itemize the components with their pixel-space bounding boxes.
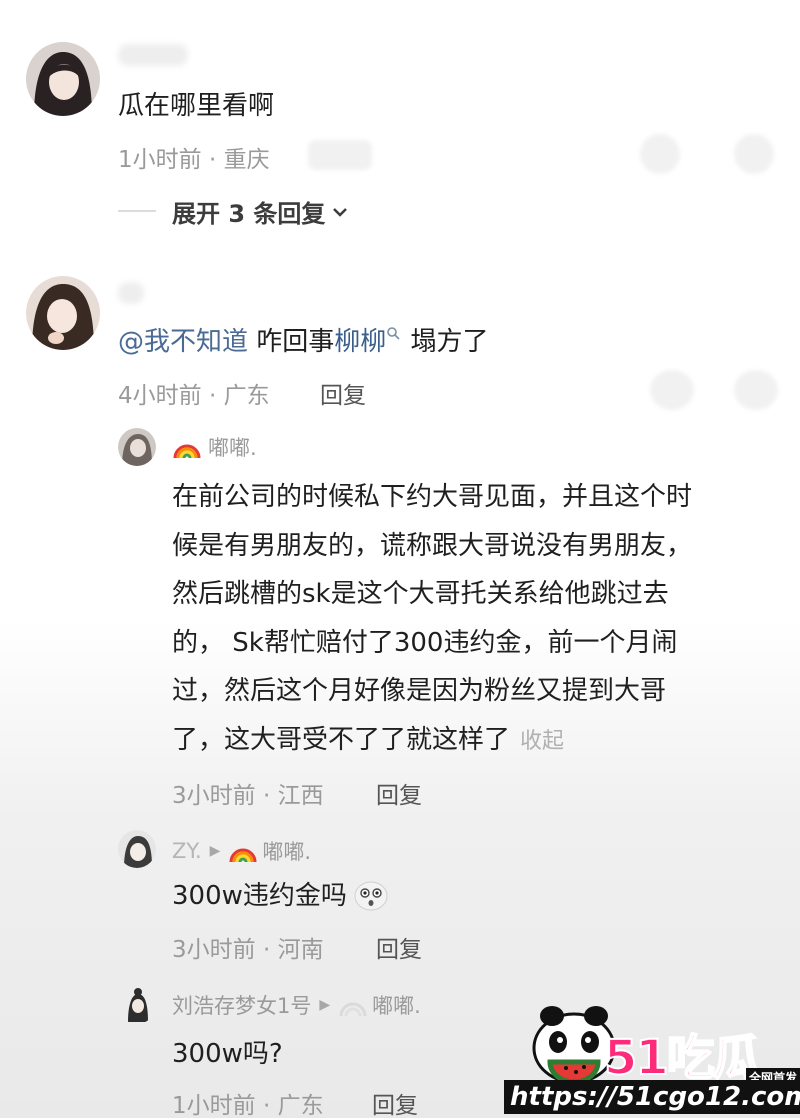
dislike-icon[interactable] [734, 134, 774, 174]
watermark-logo-text: 51吃瓜 [603, 1029, 762, 1087]
reply-author[interactable]: 嘟嘟. [172, 432, 257, 462]
reply-text: 在前公司的时候私下约大哥见面，并且这个时 候是有男朋友的，谎称跟大哥说没有男朋友… [172, 482, 693, 755]
reply-button[interactable]: 回复 [376, 930, 422, 964]
reply-button[interactable]: 回复 [320, 376, 366, 410]
dislike-icon[interactable] [734, 370, 778, 410]
reply-author[interactable]: ZY. ▶ 嘟嘟. [172, 836, 311, 866]
reply-meta: 3小时前 · 江西 [172, 783, 324, 809]
expand-replies-button[interactable]: 展开 3 条回复 [172, 194, 349, 229]
watermark: 51吃瓜 全网首发 https://51cgo12.com [500, 996, 800, 1118]
like-icon[interactable] [650, 370, 694, 410]
reply-button[interactable]: 回复 [372, 1086, 418, 1120]
avatar[interactable] [26, 42, 100, 116]
mention-link[interactable]: @我不知道 [118, 327, 248, 357]
comment-text: @我不知道 咋回事柳柳 塌方了 [118, 326, 489, 357]
avatar[interactable] [26, 276, 100, 350]
shocked-face-emoji-icon [354, 881, 388, 911]
comment-meta: 1小时前 · 重庆 [118, 147, 270, 173]
reply-arrow-icon: ▶ [319, 997, 331, 1013]
divider [118, 210, 156, 212]
reply-button-blurred[interactable] [308, 140, 372, 170]
reply-meta: 3小时前 · 河南 [172, 937, 324, 963]
chevron-down-icon [333, 207, 348, 217]
reply-button[interactable]: 回复 [376, 776, 422, 810]
rainbow-emoji-icon [229, 848, 257, 863]
expand-replies-label: 展开 3 条回复 [172, 200, 326, 228]
reply-meta: 1小时前 · 广东 [172, 1093, 324, 1119]
avatar[interactable] [118, 830, 156, 868]
rainbow-emoji-icon [339, 1002, 367, 1017]
reply-author-name: ZY. [172, 839, 202, 863]
comment-text: 瓜在哪里看啊 [118, 91, 275, 121]
comment-meta: 4小时前 · 广东 [118, 383, 270, 409]
reply-target-name[interactable]: 嘟嘟. [372, 990, 421, 1020]
reply-text: 300w违约金吗 [172, 878, 389, 914]
avatar[interactable] [118, 428, 156, 466]
username-blurred[interactable] [118, 282, 144, 304]
rainbow-emoji-icon [173, 444, 201, 459]
reply-author-name: 嘟嘟. [208, 436, 257, 460]
like-icon[interactable] [640, 134, 680, 174]
avatar[interactable] [118, 986, 156, 1024]
username-blurred[interactable] [118, 44, 188, 66]
reply-target-name[interactable]: 嘟嘟. [262, 836, 311, 866]
reply-author[interactable]: 刘浩存梦女1号 ▶ 嘟嘟. [172, 990, 421, 1020]
search-icon[interactable] [386, 326, 402, 342]
watermark-url: https://51cgo12.com [504, 1080, 800, 1114]
reply-text: 300w吗? [172, 1039, 283, 1069]
reply-arrow-icon: ▶ [209, 843, 221, 859]
reply-author-name: 刘浩存梦女1号 [172, 994, 312, 1018]
topic-link[interactable]: 柳柳 [334, 327, 386, 357]
collapse-button[interactable]: 收起 [520, 729, 564, 754]
